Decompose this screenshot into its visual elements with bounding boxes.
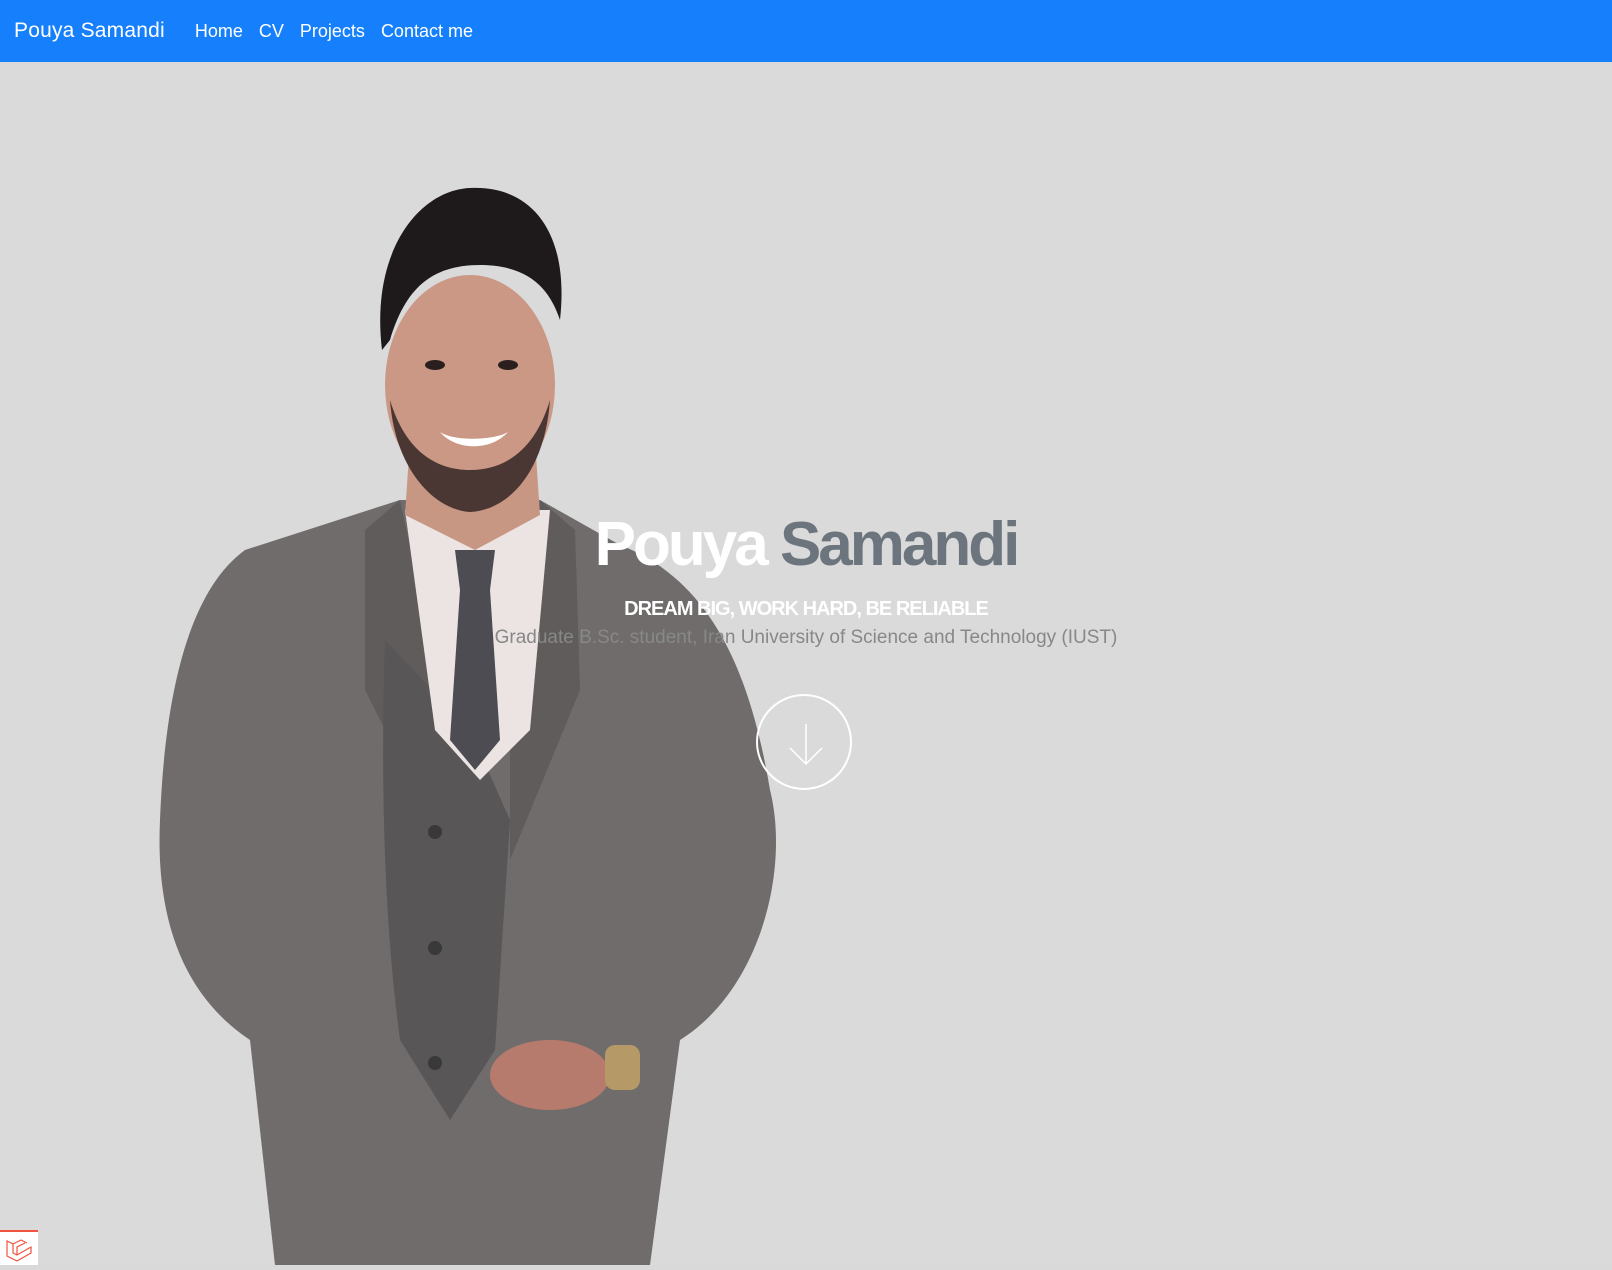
- hero-title: Pouya Samandi: [0, 510, 1612, 580]
- first-name: Pouya: [594, 510, 769, 579]
- brand-link[interactable]: Pouya Samandi: [14, 19, 165, 43]
- portrait-image: [159, 187, 776, 1265]
- hero-section: Pouya Samandi DREAM BIG, WORK HARD, BE R…: [0, 62, 1612, 1265]
- nav-link-cv[interactable]: CV: [259, 21, 284, 42]
- navbar: Pouya Samandi Home CV Projects Contact m…: [0, 0, 1612, 62]
- scroll-down-button[interactable]: [756, 694, 852, 790]
- hero-text: Pouya Samandi DREAM BIG, WORK HARD, BE R…: [0, 510, 1612, 649]
- nav-link-contact[interactable]: Contact me: [381, 21, 473, 42]
- nav-links: Home CV Projects Contact me: [179, 21, 473, 42]
- arrow-down-icon: [789, 724, 823, 766]
- nav-link-home[interactable]: Home: [195, 21, 243, 42]
- laravel-debug-badge[interactable]: [0, 1230, 38, 1265]
- last-name: Samandi: [779, 510, 1020, 579]
- motto: DREAM BIG, WORK HARD, BE RELIABLE: [624, 598, 989, 620]
- nav-link-projects[interactable]: Projects: [300, 21, 365, 42]
- subtitle: Graduate B.Sc. student, Iran University …: [494, 627, 1118, 648]
- laravel-logo-icon: [6, 1239, 32, 1262]
